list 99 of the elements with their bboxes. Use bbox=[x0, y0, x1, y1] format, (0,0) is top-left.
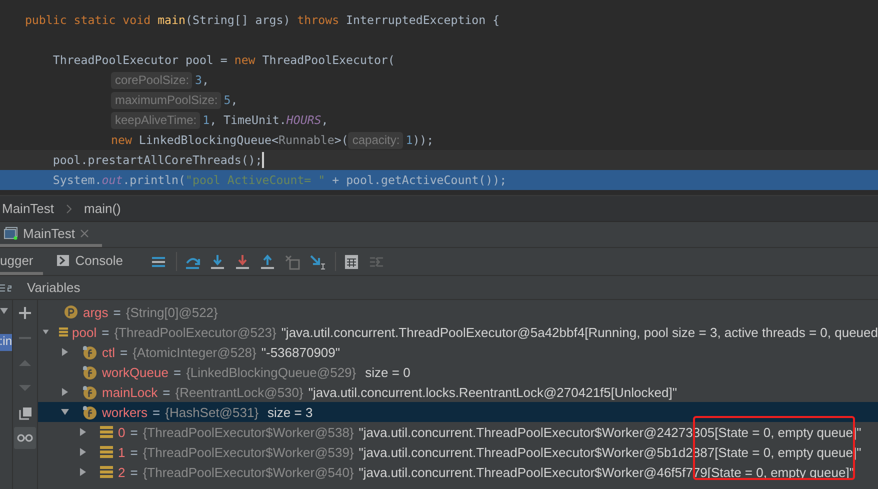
variable-row[interactable]: pool = {ThreadPoolExecutor@523} "java.util.concurrent.ThreadPoolExecutor@5a42bbf4[Running, pool size = 3, active threads = 0, queued bbox=[38, 322, 878, 342]
breadcrumb[interactable]: MainTest bbox=[2, 201, 54, 216]
code-token: + pool.getActiveCount()); bbox=[331, 173, 507, 187]
panel-title: Variables bbox=[27, 280, 80, 295]
list-object-icon bbox=[100, 426, 113, 438]
code-token: throws bbox=[297, 13, 340, 27]
code-token: HOURS bbox=[286, 113, 322, 127]
field-icon bbox=[82, 344, 97, 360]
parameter-hint: keepAliveTime: bbox=[111, 112, 200, 128]
variable-name: mainLock bbox=[102, 384, 158, 400]
list-object-icon bbox=[100, 446, 113, 458]
variable-type: {String[0]@522} bbox=[126, 304, 218, 320]
expanded-arrow-icon[interactable] bbox=[60, 407, 70, 417]
frame-item[interactable]: in: bbox=[0, 334, 12, 351]
variable-name: 1 bbox=[118, 444, 126, 460]
code-token: , bbox=[321, 113, 328, 127]
variable-name: workers bbox=[102, 404, 148, 420]
variable-row[interactable]: ctl = {AtomicInteger@528} "-536870909" bbox=[38, 342, 878, 362]
equals-sign: = bbox=[130, 424, 138, 440]
code-token: 1 bbox=[406, 133, 413, 147]
variable-name: pool bbox=[72, 324, 97, 340]
code-token: InterruptedException { bbox=[346, 13, 500, 27]
code-token: new bbox=[234, 53, 256, 67]
close-icon[interactable] bbox=[80, 228, 90, 238]
field-icon bbox=[82, 404, 97, 420]
variable-row[interactable]: mainLock = {ReentrantLock@530} "java.util.concurrent.locks.ReentrantLock@270421f5[Unlocked]" bbox=[38, 382, 878, 402]
code-token: (String[] args) bbox=[185, 13, 292, 27]
debug-tab[interactable]: Console bbox=[57, 248, 133, 275]
code-token: 3 bbox=[195, 73, 202, 87]
variable-value: "-536870909" bbox=[261, 344, 340, 360]
parameter-hint: maximumPoolSize: bbox=[111, 92, 221, 108]
code-editor[interactable] bbox=[0, 0, 878, 195]
chevron-icon bbox=[66, 204, 72, 214]
variable-size: size = 3 bbox=[268, 404, 313, 420]
equals-sign: = bbox=[113, 304, 121, 320]
variable-name: args bbox=[83, 304, 108, 320]
code-token: pool.prestartAllCoreThreads(); bbox=[52, 153, 262, 167]
variable-row[interactable]: workers = {HashSet@531} size = 3 bbox=[38, 402, 878, 422]
equals-sign: = bbox=[120, 344, 128, 360]
console-icon bbox=[57, 254, 70, 266]
debug-tab[interactable]: ugger bbox=[0, 248, 44, 275]
variable-name: 0 bbox=[118, 424, 126, 440]
field-icon bbox=[82, 364, 97, 380]
parameter-hint: corePoolSize: bbox=[111, 72, 192, 88]
list-object-icon bbox=[58, 326, 68, 338]
variable-type: {ReentrantLock@530} bbox=[175, 384, 304, 400]
list-object-icon bbox=[100, 466, 113, 478]
code-token: .println( bbox=[122, 173, 186, 187]
list-icon[interactable] bbox=[0, 282, 12, 292]
code-token: System. bbox=[52, 173, 102, 187]
code-token: Runnable bbox=[278, 133, 334, 147]
variable-type: {HashSet@531} bbox=[165, 404, 259, 420]
parameter-icon bbox=[64, 305, 78, 319]
equals-sign: = bbox=[130, 464, 138, 480]
caret-icon bbox=[0, 308, 8, 314]
code-token: )); bbox=[412, 133, 434, 147]
code-token: public static void bbox=[24, 13, 152, 27]
variable-type: {LinkedBlockingQueue@529} bbox=[186, 364, 356, 380]
code-token: new bbox=[111, 133, 133, 147]
variable-value: "java.util.concurrent.locks.ReentrantLock@270421f5[Unlocked]" bbox=[308, 384, 677, 400]
code-token: ThreadPoolExecutor( bbox=[262, 53, 395, 67]
run-tab[interactable]: MainTest bbox=[0, 222, 102, 247]
variable-row[interactable]: workQueue = {LinkedBlockingQueue@529} size = 0 bbox=[38, 362, 878, 382]
variable-name: ctl bbox=[102, 344, 115, 360]
code-token: ThreadPoolExecutor pool = bbox=[52, 53, 228, 67]
code-token: main bbox=[158, 13, 186, 27]
collapsed-arrow-icon[interactable] bbox=[60, 347, 70, 357]
code-token: >( bbox=[334, 133, 348, 147]
variable-value: "java.util.concurrent.ThreadPoolExecutor@5a42bbf4[Running, pool size = 3, active threads = 0, queued bbox=[281, 324, 878, 340]
equals-sign: = bbox=[162, 384, 170, 400]
text-caret bbox=[262, 152, 264, 168]
variable-type: {ThreadPoolExecutor$Worker@539} bbox=[142, 444, 354, 460]
equals-sign: = bbox=[130, 444, 138, 460]
parameter-hint: capacity: bbox=[348, 132, 403, 148]
equals-sign: = bbox=[173, 364, 182, 380]
window-icon bbox=[4, 226, 18, 240]
code-token: , bbox=[202, 73, 210, 87]
variable-type: {ThreadPoolExecutor$Worker@540} bbox=[142, 464, 354, 480]
field-icon bbox=[82, 384, 97, 400]
equals-sign: = bbox=[152, 404, 160, 420]
variable-type: {AtomicInteger@528} bbox=[132, 344, 256, 360]
code-token: out bbox=[102, 173, 123, 187]
code-token: "pool ActiveCount= " bbox=[186, 173, 326, 187]
equals-sign: = bbox=[102, 324, 110, 340]
code-token: LinkedBlockingQueue< bbox=[138, 133, 279, 147]
variable-name: workQueue bbox=[102, 364, 168, 380]
variable-type: {ThreadPoolExecutor$Worker@538} bbox=[142, 424, 354, 440]
variable-row[interactable]: args = {String[0]@522} bbox=[38, 302, 878, 322]
breadcrumb[interactable]: main() bbox=[84, 201, 121, 216]
code-token: 5 bbox=[224, 93, 231, 107]
code-token: , bbox=[230, 93, 238, 107]
variable-type: {ThreadPoolExecutor@523} bbox=[114, 324, 276, 340]
code-token: , TimeUnit. bbox=[210, 113, 286, 127]
code-token: 1 bbox=[202, 113, 210, 127]
glasses-icon[interactable] bbox=[14, 427, 36, 449]
variable-name: 2 bbox=[118, 464, 126, 480]
collapsed-arrow-icon[interactable] bbox=[60, 387, 70, 397]
expanded-arrow-icon[interactable] bbox=[42, 327, 50, 337]
variable-size: size = 0 bbox=[365, 364, 410, 380]
